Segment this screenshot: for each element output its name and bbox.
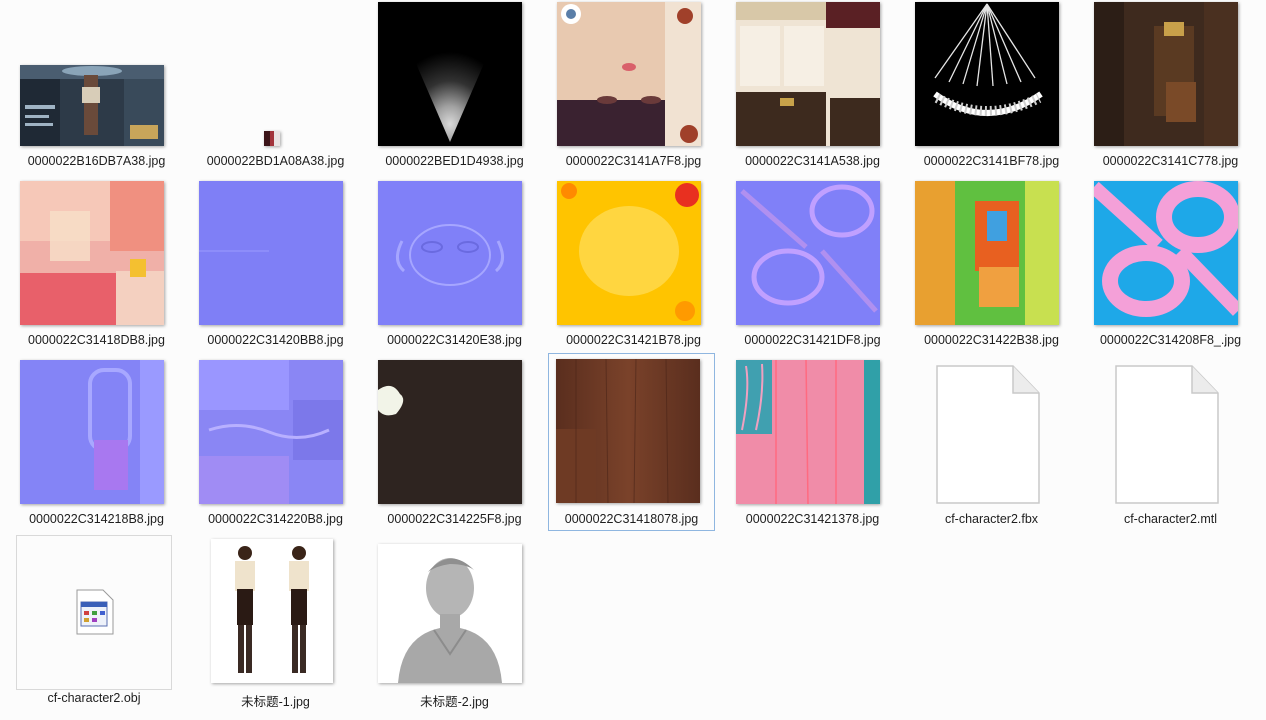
file-name: 0000022C31420E38.jpg [387, 333, 522, 347]
thumbnail-image [199, 360, 343, 504]
file-name: 0000022C31418078.jpg [564, 512, 699, 526]
blank-file-icon [933, 363, 1043, 507]
file-item-0000022C31421378[interactable]: 0000022C31421378.jpg [729, 358, 896, 537]
file-name: 0000022C31418DB8.jpg [28, 333, 165, 347]
file-item-0000022C314218B8[interactable]: 0000022C314218B8.jpg [13, 358, 180, 537]
file-name: 0000022C3141A7F8.jpg [565, 154, 702, 168]
file-name: 0000022C3141BF78.jpg [923, 154, 1060, 168]
thumbnail-image [556, 359, 700, 503]
file-item-0000022C3141C778[interactable]: 0000022C3141C778.jpg [1087, 0, 1254, 179]
thumbnail-image [20, 360, 164, 504]
file-name: 0000022C31422B38.jpg [924, 333, 1059, 347]
thumbnail-image [557, 2, 701, 146]
file-name: 0000022C31421378.jpg [745, 512, 880, 526]
file-item-cf-character2-obj[interactable]: cf-character2.obj [16, 535, 172, 705]
file-item-cf-character2-mtl[interactable]: cf-character2.mtl [1087, 358, 1254, 537]
file-item-0000022C314220B8[interactable]: 0000022C314220B8.jpg [192, 358, 359, 537]
file-item-0000022C31422B38[interactable]: 0000022C31422B38.jpg [908, 179, 1075, 358]
file-name: 0000022C314208F8_.jpg [1099, 333, 1242, 347]
file-item-0000022C3141A7F8[interactable]: 0000022C3141A7F8.jpg [550, 0, 717, 179]
file-item-0000022C31421DF8[interactable]: 0000022C31421DF8.jpg [729, 179, 896, 358]
file-name: 0000022C314225F8.jpg [387, 512, 522, 526]
file-item-0000022B16DB7A38[interactable]: 0000022B16DB7A38.jpg [13, 0, 180, 179]
thumbnail-image [378, 544, 522, 683]
thumbnail-image [557, 181, 701, 325]
thumbnail-image [915, 181, 1059, 325]
file-item-0000022C31418DB8[interactable]: 0000022C31418DB8.jpg [13, 179, 180, 358]
file-item-0000022BED1D4938[interactable]: 0000022BED1D4938.jpg [371, 0, 538, 179]
thumbnail-image [264, 131, 280, 146]
file-name: 0000022BED1D4938.jpg [385, 154, 524, 168]
thumbnail-image [736, 2, 880, 146]
thumbnail-image [1094, 2, 1238, 146]
file-name: 0000022B16DB7A38.jpg [27, 154, 166, 168]
file-name: 未标题-1.jpg [241, 695, 310, 709]
file-name: cf-character2.obj [47, 691, 141, 705]
thumbnail-image [915, 2, 1059, 146]
file-item-0000022C3141A538[interactable]: 0000022C3141A538.jpg [729, 0, 896, 179]
file-item-untitled-1[interactable]: 未标题-1.jpg [192, 537, 359, 716]
thumbnail-image [20, 65, 164, 146]
thumbnail-image [20, 181, 164, 325]
thumbnail-image [211, 539, 333, 683]
file-name: 0000022BD1A08A38.jpg [206, 154, 345, 168]
application-file-icon [75, 588, 115, 636]
blank-file-icon [1112, 363, 1222, 507]
file-name: 0000022C3141A538.jpg [745, 154, 880, 168]
file-item-0000022BD1A08A38[interactable]: 0000022BD1A08A38.jpg [192, 0, 359, 179]
thumbnail-image [736, 360, 880, 504]
file-name: 未标题-2.jpg [420, 695, 489, 709]
file-item-0000022C31421B78[interactable]: 0000022C31421B78.jpg [550, 179, 717, 358]
file-name: 0000022C3141C778.jpg [1102, 154, 1239, 168]
file-item-0000022C31418078[interactable]: 0000022C31418078.jpg [548, 353, 715, 531]
file-name: cf-character2.mtl [1123, 512, 1218, 526]
thumbnail-image [378, 2, 522, 146]
file-item-untitled-2[interactable]: 未标题-2.jpg [371, 537, 538, 716]
file-name: 0000022C31421B78.jpg [566, 333, 701, 347]
file-name: 0000022C31421DF8.jpg [744, 333, 881, 347]
file-item-cf-character2-fbx[interactable]: cf-character2.fbx [908, 358, 1075, 537]
file-item-0000022C314225F8[interactable]: 0000022C314225F8.jpg [371, 358, 538, 537]
file-item-0000022C3141BF78[interactable]: 0000022C3141BF78.jpg [908, 0, 1075, 179]
thumbnail-image [378, 360, 522, 504]
file-name: cf-character2.fbx [944, 512, 1039, 526]
file-item-0000022C31420E38[interactable]: 0000022C31420E38.jpg [371, 179, 538, 358]
file-name: 0000022C31420BB8.jpg [207, 333, 344, 347]
thumbnail-image [1094, 181, 1238, 325]
file-item-0000022C314208F8_[interactable]: 0000022C314208F8_.jpg [1087, 179, 1254, 358]
thumbnail-image [378, 181, 522, 325]
thumbnail-image [736, 181, 880, 325]
file-item-0000022C31420BB8[interactable]: 0000022C31420BB8.jpg [192, 179, 359, 358]
thumbnail-image [199, 181, 343, 325]
file-name: 0000022C314220B8.jpg [208, 512, 343, 526]
file-name: 0000022C314218B8.jpg [29, 512, 164, 526]
